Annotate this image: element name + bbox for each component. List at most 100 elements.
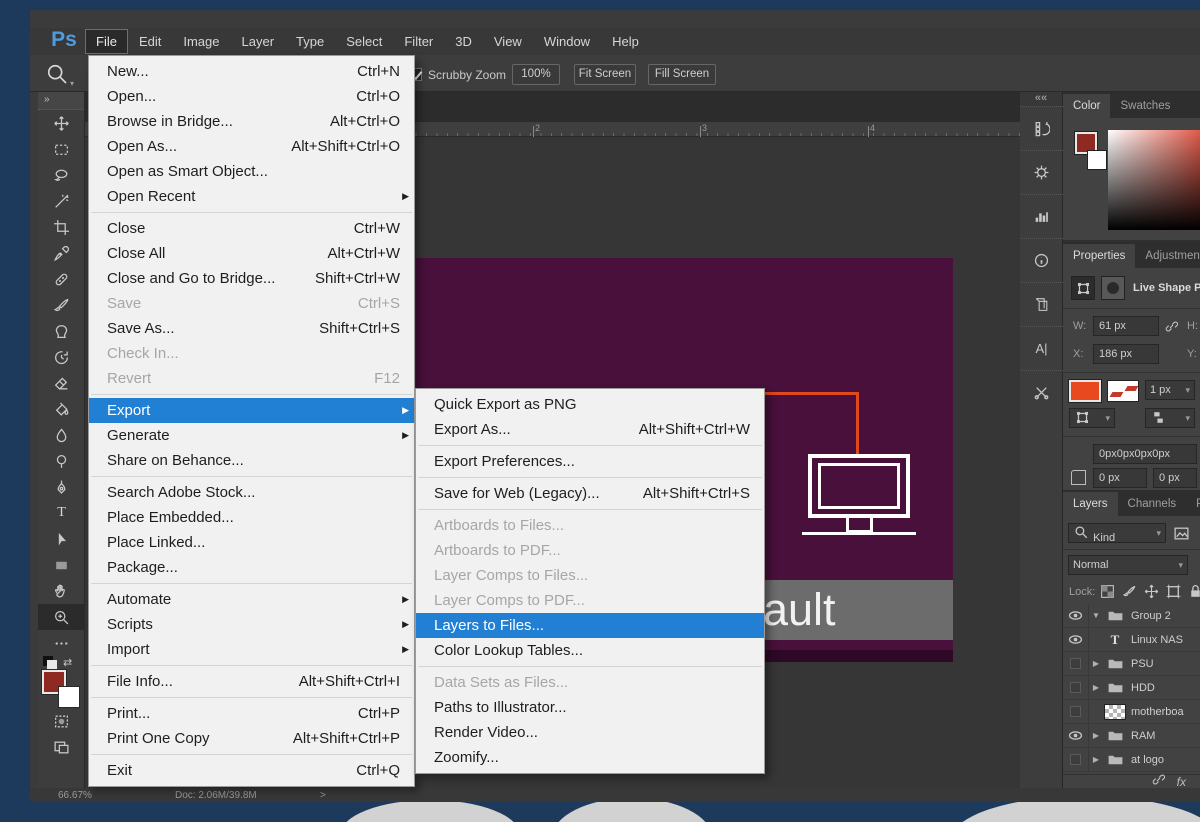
- layer-filter-dropdown[interactable]: ▾ Kind: [1068, 523, 1166, 543]
- file-menu-item-package[interactable]: Package...: [89, 555, 414, 580]
- menu-view[interactable]: View: [484, 30, 532, 53]
- lock-artboard-icon[interactable]: [1165, 583, 1182, 605]
- filter-image-icon[interactable]: [1173, 525, 1190, 547]
- file-menu-item-share-on-behance[interactable]: Share on Behance...: [89, 448, 414, 473]
- link-dimensions-icon[interactable]: [1163, 318, 1180, 340]
- layer-row[interactable]: ▶HDD: [1063, 676, 1200, 700]
- layer-row[interactable]: ▶PSU: [1063, 652, 1200, 676]
- file-menu-item-file-info[interactable]: File Info...Alt+Shift+Ctrl+I: [89, 669, 414, 694]
- more-tools[interactable]: [38, 630, 85, 656]
- export-menu-item-layers-to-files[interactable]: Layers to Files...: [416, 613, 764, 638]
- corner-radius-field-1[interactable]: 0 px: [1093, 468, 1147, 488]
- clone-source-panel-icon[interactable]: [1020, 282, 1063, 326]
- eyedropper-tool[interactable]: [38, 240, 85, 266]
- layer-style-button[interactable]: fx: [1177, 775, 1186, 789]
- file-menu-item-place-linked[interactable]: Place Linked...: [89, 530, 414, 555]
- layers-tab-channels[interactable]: Channels: [1118, 492, 1187, 516]
- spot-healing-brush-tool[interactable]: [38, 266, 85, 292]
- color-picker-field[interactable]: [1108, 130, 1200, 230]
- zoom-tool-preset-icon[interactable]: ▾: [44, 62, 74, 88]
- quick-selection-tool[interactable]: [38, 188, 85, 214]
- rectangular-marquee-tool[interactable]: [38, 136, 85, 162]
- file-menu-item-export[interactable]: Export▶: [89, 398, 414, 423]
- layer-name[interactable]: RAM: [1131, 730, 1155, 742]
- width-field[interactable]: 61 px: [1093, 316, 1159, 336]
- layer-name[interactable]: Linux NAS: [1131, 634, 1183, 646]
- file-menu-item-open-as[interactable]: Open As...Alt+Shift+Ctrl+O: [89, 134, 414, 159]
- file-menu-item-close[interactable]: CloseCtrl+W: [89, 216, 414, 241]
- layer-name[interactable]: at logo: [1131, 754, 1164, 766]
- lock-all-icon[interactable]: [1187, 583, 1200, 605]
- toolbar-collapse-button[interactable]: »: [38, 92, 84, 110]
- file-menu-item-print-one-copy[interactable]: Print One CopyAlt+Shift+Ctrl+P: [89, 726, 414, 751]
- fill-screen-button[interactable]: Fill Screen: [648, 64, 716, 85]
- corner-radius-field-2[interactable]: 0 px: [1153, 468, 1197, 488]
- gradient-tool[interactable]: [38, 396, 85, 422]
- layer-visibility-empty[interactable]: [1063, 748, 1089, 772]
- menu-help[interactable]: Help: [602, 30, 649, 53]
- menu-window[interactable]: Window: [534, 30, 600, 53]
- padding-field[interactable]: 0px0px0px0px: [1093, 444, 1197, 464]
- file-menu-item-scripts[interactable]: Scripts▶: [89, 612, 414, 637]
- default-colors-icon[interactable]: [43, 656, 53, 666]
- menu-file[interactable]: File: [86, 30, 127, 53]
- layer-row[interactable]: TLinux NAS: [1063, 628, 1200, 652]
- layer-expander[interactable]: ▶: [1089, 755, 1103, 764]
- swap-colors-icon[interactable]: ⇄: [63, 656, 72, 669]
- file-menu-item-close-all[interactable]: Close AllAlt+Ctrl+W: [89, 241, 414, 266]
- file-menu-item-print[interactable]: Print...Ctrl+P: [89, 701, 414, 726]
- mask-mode-icon[interactable]: [1101, 276, 1125, 300]
- screen-mode-button[interactable]: [38, 734, 85, 760]
- hand-tool[interactable]: [38, 578, 85, 604]
- pen-tool[interactable]: [38, 474, 85, 500]
- menu-type[interactable]: Type: [286, 30, 334, 53]
- brush-tool[interactable]: [38, 292, 85, 318]
- layer-row[interactable]: ▼Group 2: [1063, 604, 1200, 628]
- export-menu-item-export-preferences[interactable]: Export Preferences...: [416, 449, 764, 474]
- fill-color-button[interactable]: [1069, 380, 1101, 402]
- layer-name[interactable]: HDD: [1131, 682, 1155, 694]
- file-menu-item-save-as[interactable]: Save As...Shift+Ctrl+S: [89, 316, 414, 341]
- path-selection-tool[interactable]: [38, 526, 85, 552]
- navigator-panel-icon[interactable]: [1020, 150, 1063, 194]
- menu-filter[interactable]: Filter: [394, 30, 443, 53]
- type-tool[interactable]: T: [38, 500, 85, 526]
- layer-row[interactable]: ▶ at logo: [1063, 748, 1200, 772]
- blend-mode-dropdown[interactable]: ▾Normal: [1068, 555, 1188, 575]
- lock-position-icon[interactable]: [1143, 583, 1160, 605]
- histogram-panel-icon[interactable]: [1020, 194, 1063, 238]
- layer-visibility-empty[interactable]: [1063, 652, 1089, 676]
- stroke-color-button[interactable]: [1107, 380, 1139, 402]
- menu-image[interactable]: Image: [173, 30, 229, 53]
- export-menu-item-zoomify[interactable]: Zoomify...: [416, 745, 764, 770]
- background-color-swatch[interactable]: [58, 686, 80, 708]
- zoom-tool[interactable]: [38, 604, 85, 630]
- blur-tool[interactable]: [38, 422, 85, 448]
- menu-edit[interactable]: Edit: [129, 30, 171, 53]
- export-menu-item-quick-export-as-png[interactable]: Quick Export as PNG: [416, 392, 764, 417]
- info-panel-icon[interactable]: [1020, 238, 1063, 282]
- zoom-level-status[interactable]: 66.67%: [58, 790, 92, 801]
- layers-tab-layers[interactable]: Layers: [1063, 492, 1118, 516]
- history-panel-icon[interactable]: [1020, 106, 1063, 150]
- layer-expander[interactable]: ▶: [1089, 659, 1103, 668]
- export-menu-item-color-lookup-tables[interactable]: Color Lookup Tables...: [416, 638, 764, 663]
- layer-row[interactable]: ▶ RAM: [1063, 724, 1200, 748]
- file-menu-item-open-as-smart-object[interactable]: Open as Smart Object...: [89, 159, 414, 184]
- export-menu-item-paths-to-illustrator[interactable]: Paths to Illustrator...: [416, 695, 764, 720]
- dodge-tool[interactable]: [38, 448, 85, 474]
- file-menu-item-search-adobe-stock[interactable]: Search Adobe Stock...: [89, 480, 414, 505]
- eraser-tool[interactable]: [38, 370, 85, 396]
- lasso-tool[interactable]: [38, 162, 85, 188]
- history-brush-tool[interactable]: [38, 344, 85, 370]
- menu-layer[interactable]: Layer: [232, 30, 285, 53]
- layers-tab-path[interactable]: Path: [1186, 492, 1200, 516]
- file-menu-item-close-and-go-to-bridge[interactable]: Close and Go to Bridge...Shift+Ctrl+W: [89, 266, 414, 291]
- layer-expander[interactable]: ▶: [1089, 731, 1103, 740]
- file-menu-item-open-recent[interactable]: Open Recent▶: [89, 184, 414, 209]
- file-menu-item-place-embedded[interactable]: Place Embedded...: [89, 505, 414, 530]
- layer-row[interactable]: motherboa: [1063, 700, 1200, 724]
- quick-mask-button[interactable]: [38, 708, 85, 734]
- export-menu-item-render-video[interactable]: Render Video...: [416, 720, 764, 745]
- file-menu-item-generate[interactable]: Generate▶: [89, 423, 414, 448]
